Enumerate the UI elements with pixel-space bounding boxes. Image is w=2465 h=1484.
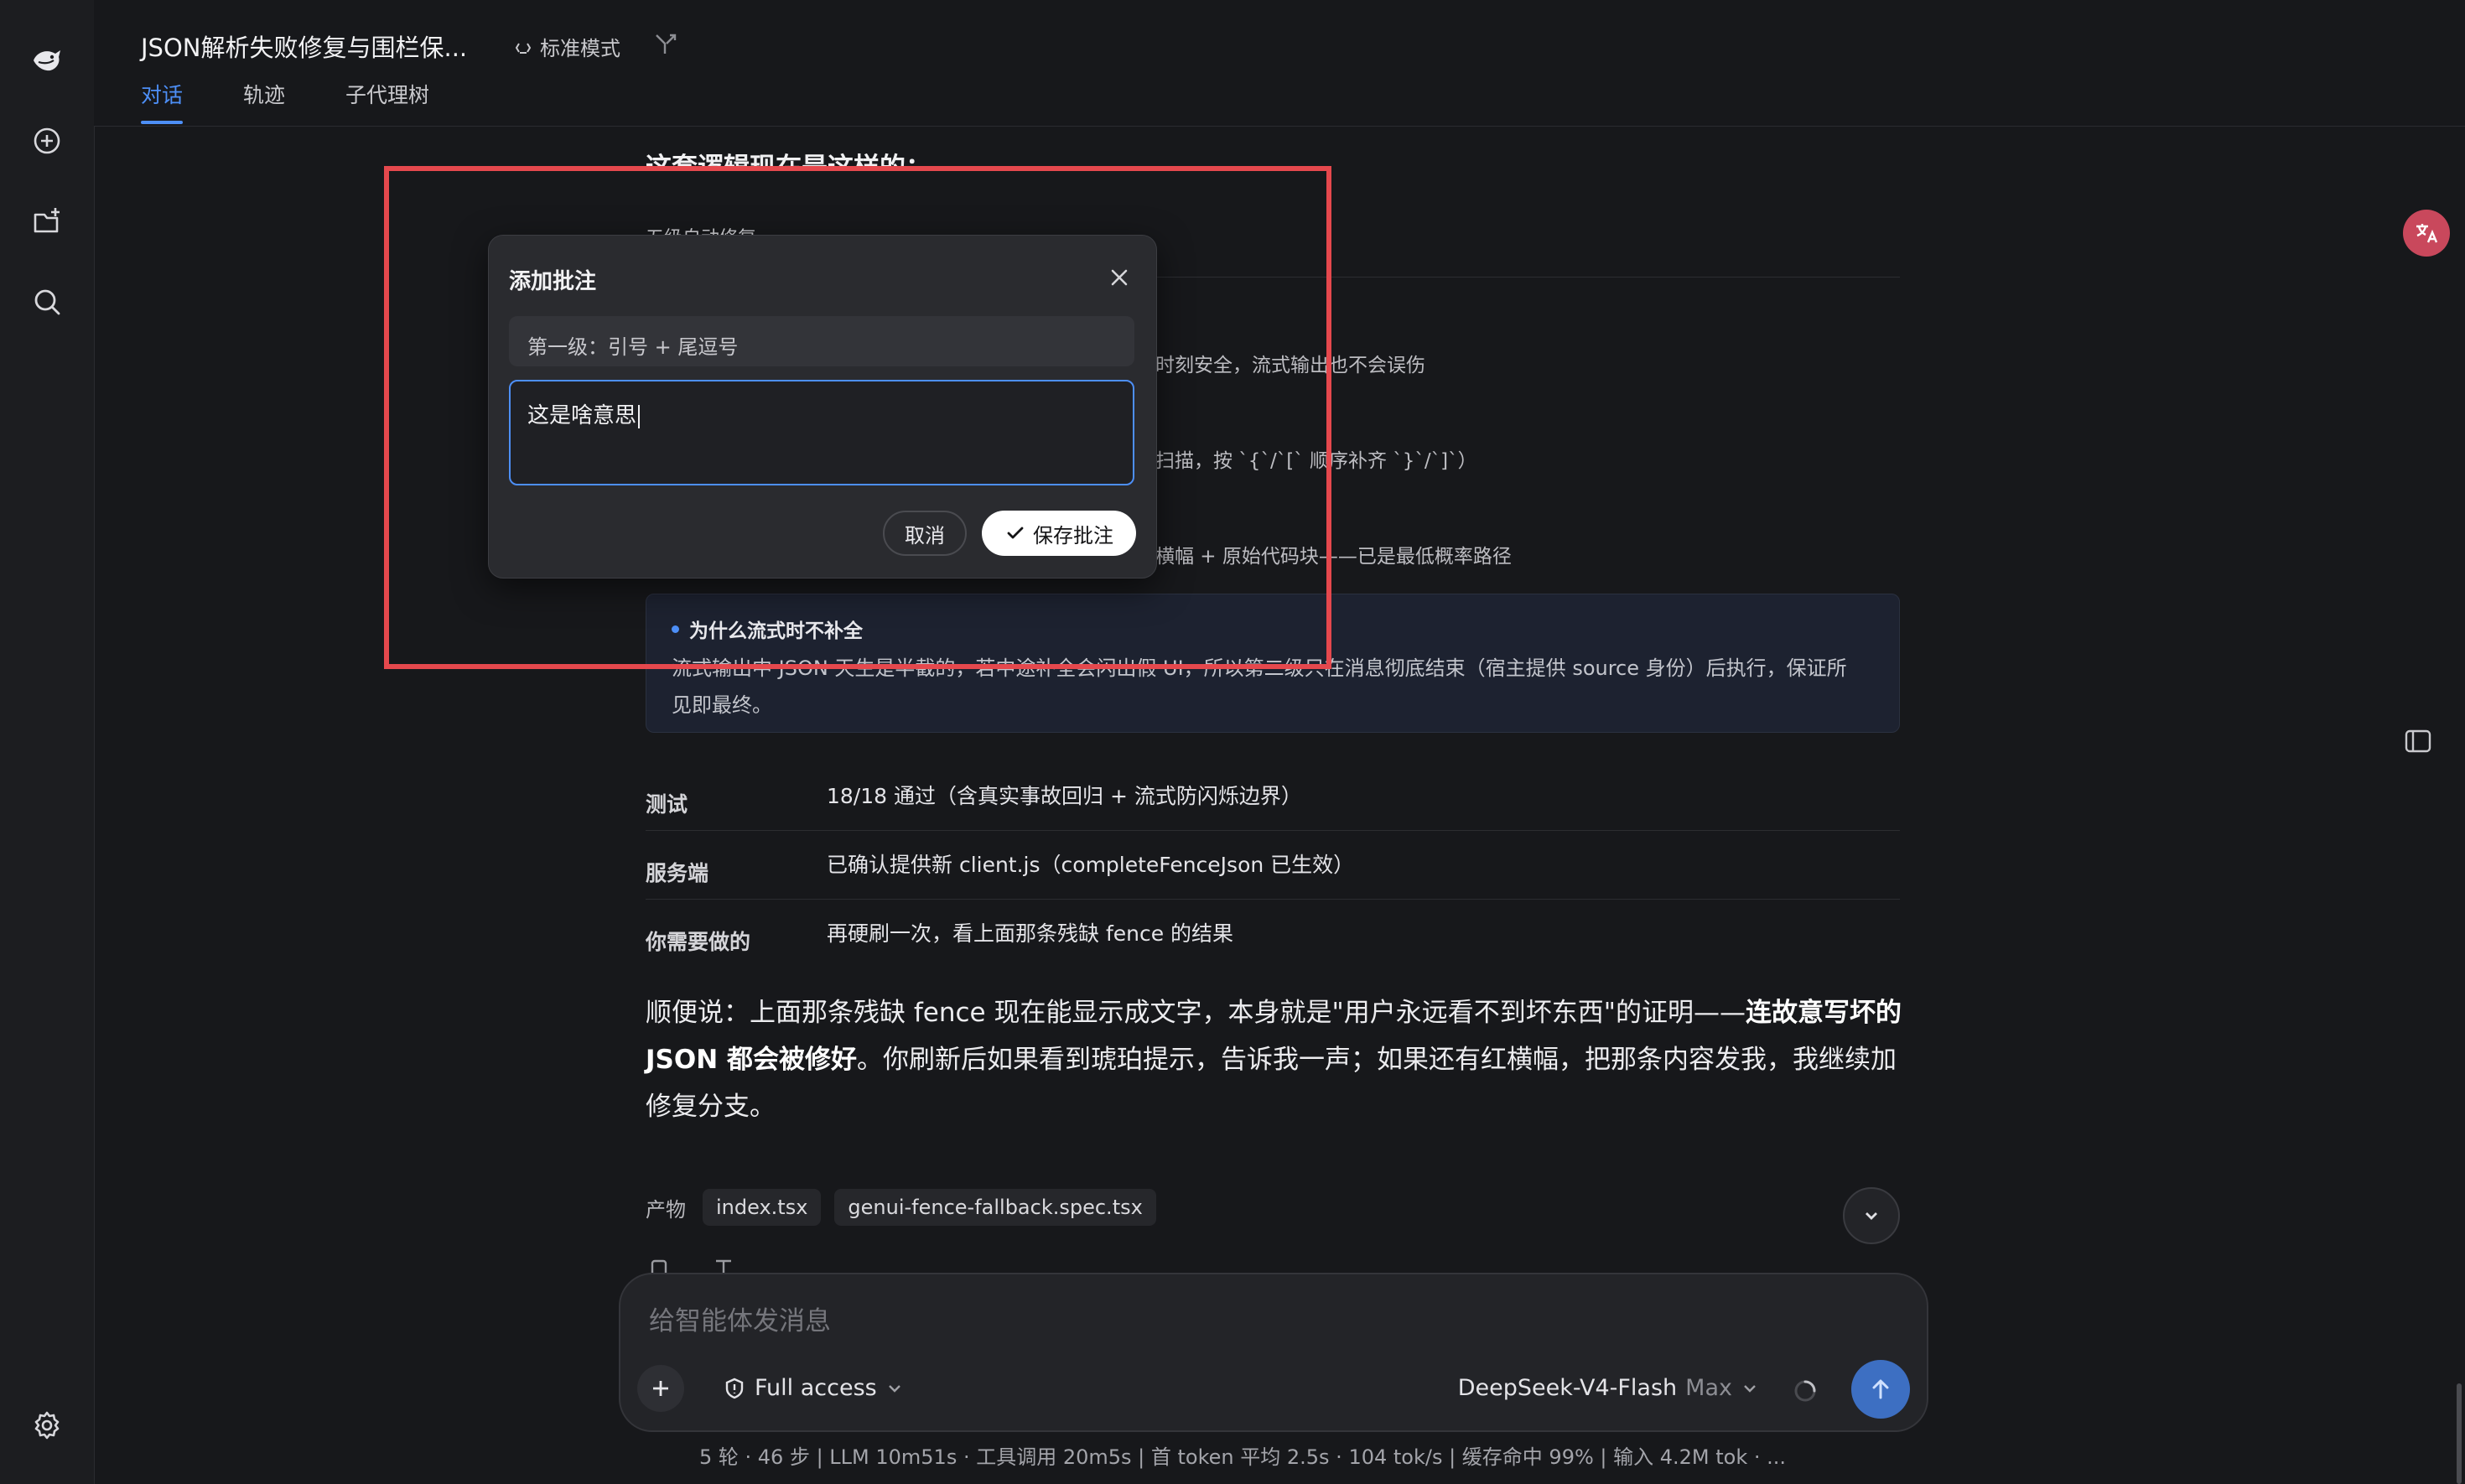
text-caret: [638, 404, 641, 428]
chevron-down-icon: [1866, 1212, 1877, 1220]
quoted-text: 第一级：引号 + 尾逗号: [509, 316, 1134, 366]
branch-icon[interactable]: [651, 30, 680, 62]
plus-icon: [653, 1381, 668, 1396]
close-icon[interactable]: [1106, 264, 1133, 291]
check-icon: [1007, 527, 1024, 539]
loading-spinner-icon: [1794, 1380, 1816, 1402]
artifacts-row: 产物 index.tsx genui-fence-fallback.spec.t…: [646, 1189, 1156, 1226]
table-value: 18/18 通过（含真实事故回归 + 流式防闪烁边界）: [827, 784, 1302, 808]
chevron-down-icon: [1744, 1384, 1756, 1393]
settings-icon[interactable]: [23, 1402, 70, 1449]
tab-subagent-tree[interactable]: 子代理树: [345, 79, 429, 124]
conversation-title[interactable]: JSON解析失败修复与围栏保...: [141, 29, 467, 64]
header-tabs: 对话 轨迹 子代理树: [141, 79, 429, 124]
translate-icon: [2416, 224, 2438, 243]
scroll-to-bottom-button[interactable]: [1843, 1187, 1900, 1244]
conversation-header: JSON解析失败修复与围栏保... 标准模式 对话 轨迹 子代理树: [94, 0, 2465, 127]
model-selector[interactable]: DeepSeek-V4-Flash Max: [1458, 1375, 1759, 1401]
mode-indicator[interactable]: 标准模式: [513, 32, 620, 61]
table-key: 测试: [646, 792, 688, 817]
summary-paragraph: 顺便说：上面那条残缺 fence 现在能显示成文字，本身就是"用户永远看不到坏东…: [646, 989, 1903, 1130]
annotation-text: 这是啥意思: [527, 403, 637, 428]
copy-icon[interactable]: [646, 1256, 671, 1273]
new-folder-icon[interactable]: [23, 198, 70, 245]
table-value: 已确认提供新 client.js（completeFenceJson 已生效）: [827, 853, 1355, 877]
table-row: 你需要做的 再硬刷一次，看上面那条残缺 fence 的结果: [646, 899, 1900, 968]
message-composer: 给智能体发消息 Full access DeepSeek-V4-Flash Ma…: [619, 1273, 1928, 1432]
list-fragment: 横幅 + 原始代码块——已是最低概率路径: [1155, 546, 1512, 568]
info-callout: 为什么流式时不补全 流式输出中 JSON 天生是半截的，若中途补全会闪出假 UI…: [646, 594, 1900, 733]
search-icon[interactable]: [23, 278, 70, 325]
table-key: 服务端: [646, 861, 709, 885]
table-row: 测试 18/18 通过（含真实事故回归 + 流式防闪烁边界）: [646, 761, 1900, 831]
access-selector[interactable]: Full access: [723, 1375, 904, 1401]
attach-button[interactable]: [637, 1365, 684, 1412]
send-button[interactable]: [1851, 1360, 1910, 1419]
add-annotation-dialog: 添加批注 第一级：引号 + 尾逗号 这是啥意思 取消 保存批注: [488, 235, 1157, 579]
table-key: 你需要做的: [646, 930, 751, 954]
artifact-chip[interactable]: index.tsx: [703, 1189, 822, 1226]
left-rail: [0, 0, 95, 1484]
list-fragment: 时刻安全，流式输出也不会误伤: [1155, 355, 1425, 376]
model-tier: Max: [1685, 1375, 1732, 1401]
section-heading: 这套逻辑现在是这样的：: [646, 153, 932, 183]
callout-title: 为什么流式时不补全: [672, 615, 863, 643]
chevron-down-icon: [888, 1384, 900, 1393]
save-label: 保存批注: [1033, 523, 1113, 547]
panel-toggle-icon[interactable]: [2403, 726, 2433, 760]
new-chat-icon[interactable]: [23, 117, 70, 164]
save-annotation-button[interactable]: 保存批注: [982, 511, 1136, 556]
artifact-chip[interactable]: genui-fence-fallback.spec.tsx: [834, 1189, 1156, 1226]
tab-conversation[interactable]: 对话: [141, 79, 184, 124]
callout-title-text: 为什么流式时不补全: [689, 620, 863, 642]
bullet-dot-icon: [672, 625, 679, 633]
dialog-title: 添加批注: [509, 269, 597, 294]
tab-trajectory[interactable]: 轨迹: [243, 79, 285, 124]
shield-icon: [725, 1378, 744, 1398]
cancel-button[interactable]: 取消: [883, 511, 967, 556]
list-fragment: 扫描，按 `{`/`[` 顺序补齐 `}`/`]`）: [1155, 450, 1477, 472]
translate-button[interactable]: [2403, 210, 2450, 257]
annotation-textarea[interactable]: 这是啥意思: [509, 380, 1134, 485]
table-row: 服务端 已确认提供新 client.js（completeFenceJson 已…: [646, 830, 1900, 900]
logo-icon[interactable]: [23, 37, 70, 84]
message-actions: [646, 1256, 736, 1273]
model-name: DeepSeek-V4-Flash: [1457, 1375, 1678, 1401]
mode-label: 标准模式: [540, 37, 620, 60]
callout-body: 流式输出中 JSON 天生是半截的，若中途补全会闪出假 UI，所以第二级只在消息…: [672, 656, 1847, 717]
access-label: Full access: [755, 1375, 877, 1401]
branch-icon[interactable]: [711, 1256, 736, 1273]
artifacts-label: 产物: [646, 1197, 686, 1222]
send-icon: [1872, 1379, 1889, 1399]
scrollbar[interactable]: [2457, 1383, 2462, 1484]
paragraph-text: 顺便说：上面那条残缺 fence 现在能显示成文字，本身就是"用户永远看不到坏东…: [646, 998, 1746, 1028]
message-input[interactable]: 给智能体发消息: [649, 1300, 831, 1337]
recycle-icon: [515, 42, 532, 54]
table-value: 再硬刷一次，看上面那条残缺 fence 的结果: [827, 921, 1234, 946]
status-bar: 5 轮 · 46 步 | LLM 10m51s · 工具调用 20m5s | 首…: [699, 1445, 1787, 1469]
